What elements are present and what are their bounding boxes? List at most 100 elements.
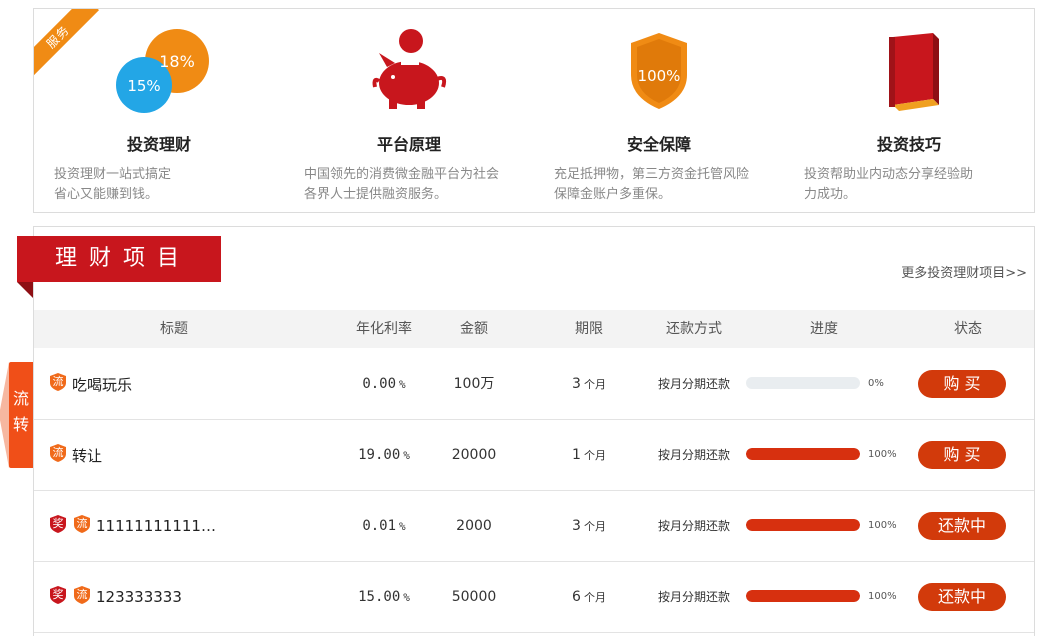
progress-percent: 0%: [868, 378, 884, 389]
repay-method: 按月分期还款: [657, 590, 730, 604]
desc-line: 中国领先的消费微金融平台为社会: [304, 167, 500, 182]
rate-unit: %: [399, 378, 406, 391]
term-unit: 个月: [583, 449, 606, 462]
service-tips[interactable]: 投资技巧 投资帮助业内动态分享经验助 力成功。: [784, 9, 1034, 212]
progress-percent: 100%: [868, 520, 897, 531]
term-unit: 个月: [583, 591, 606, 604]
circulation-badge-icon: 流: [72, 585, 92, 605]
circulation-badge-icon: 流: [48, 443, 68, 463]
badge-label: 奖: [52, 517, 64, 530]
badge-label: 流: [76, 517, 88, 530]
circulation-badge-icon: 流: [72, 514, 92, 534]
service-platform[interactable]: 平台原理 中国领先的消费微金融平台为社会 各界人士提供融资服务。: [284, 9, 534, 212]
shield-icon: 100%: [631, 33, 687, 109]
project-title-cell[interactable]: 奖流 11111111111…: [48, 491, 216, 561]
column-header-term: 期限: [575, 321, 603, 337]
action-button[interactable]: 购 买: [918, 441, 1006, 469]
badge-group: 流: [48, 443, 72, 467]
desc-line: 投资帮助业内动态分享经验助: [804, 167, 974, 182]
term-cell: 6 个月: [539, 562, 639, 632]
book-icon: [889, 33, 939, 111]
service-title: 安全保障: [626, 135, 691, 154]
project-title-cell[interactable]: 流 吃喝玩乐: [48, 349, 132, 419]
repay-cell: 按月分期还款: [639, 420, 749, 490]
side-tab-line: 流: [12, 389, 29, 408]
award-badge-icon: 奖: [48, 585, 68, 605]
amount-cell: 50000: [424, 562, 524, 632]
desc-line: 充足抵押物，第三方资金托管风险: [554, 167, 750, 182]
award-badge-icon: 奖: [48, 514, 68, 534]
column-header-amount: 金额: [460, 321, 488, 337]
progress-fill: [746, 519, 860, 531]
service-security[interactable]: 100% 安全保障 充足抵押物，第三方资金托管风险 保障金账户多重保。: [534, 9, 784, 212]
side-tab-circulation[interactable]: 流 转: [0, 362, 33, 468]
project-title[interactable]: 吃喝玩乐: [72, 374, 132, 395]
project-title[interactable]: 转让: [72, 445, 102, 466]
action-button[interactable]: 购 买: [918, 370, 1006, 398]
column-header-title: 标题: [160, 321, 188, 337]
project-title-cell[interactable]: 奖流 123333333: [48, 562, 182, 632]
action-button[interactable]: 还款中: [918, 583, 1006, 611]
badge-label: 流: [52, 375, 64, 388]
service-investment[interactable]: 18% 15% 投资理财 投资理财一站式搞定 省心又能赚到钱。: [34, 9, 284, 212]
repay-method: 按月分期还款: [657, 519, 730, 533]
rate-cell: 15.00%: [334, 562, 434, 632]
rate-value: 0.01: [362, 518, 397, 534]
term-value: 3: [572, 518, 581, 534]
table-row[interactable]: 奖流 123333333 15.00% 50000 6 个月 按月分期还款 100…: [34, 562, 1034, 633]
repay-cell: 按月分期还款: [639, 491, 749, 561]
side-tab-line: 转: [12, 415, 29, 434]
progress-bar: [746, 448, 860, 460]
amount-value: 100万: [453, 376, 495, 392]
project-title-cell[interactable]: 流 转让: [48, 420, 102, 490]
table-row[interactable]: 流 吃喝玩乐 0.00% 100万 3 个月 按月分期还款 0% 购 买: [34, 349, 1034, 420]
desc-line: 保障金账户多重保。: [554, 187, 672, 202]
progress-bar: [746, 590, 860, 602]
amount-value: 20000: [451, 447, 497, 463]
project-title[interactable]: 11111111111…: [96, 517, 216, 535]
repay-method: 按月分期还款: [657, 377, 730, 391]
service-desc: 中国领先的消费微金融平台为社会 各界人士提供融资服务。: [304, 165, 524, 205]
term-cell: 1 个月: [539, 420, 639, 490]
term-value: 1: [572, 447, 581, 463]
desc-line: 各界人士提供融资服务。: [304, 187, 448, 202]
badge-group: 奖流: [48, 585, 96, 609]
column-header-progress: 进度: [810, 321, 838, 337]
progress-fill: [746, 590, 860, 602]
rate-unit: %: [403, 449, 410, 462]
desc-line: 投资理财一站式搞定: [54, 167, 172, 182]
term-unit: 个月: [583, 520, 606, 533]
section-title-fold: [17, 282, 33, 298]
amount-cell: 100万: [424, 349, 524, 419]
table-row[interactable]: 奖流 11111111111… 0.01% 2000 3 个月 按月分期还款 10…: [34, 491, 1034, 562]
term-value: 3: [572, 376, 581, 392]
percentage-bubbles-icon: 18% 15%: [116, 29, 209, 113]
piggy-bank-icon: [372, 29, 447, 109]
repay-cell: 按月分期还款: [639, 349, 749, 419]
badge-label: 流: [52, 446, 64, 459]
more-projects-link[interactable]: 更多投资理财项目>>: [901, 262, 1027, 281]
rate-cell: 19.00%: [334, 420, 434, 490]
action-button[interactable]: 还款中: [918, 512, 1006, 540]
rate-cell: 0.01%: [334, 491, 434, 561]
amount-cell: 20000: [424, 420, 524, 490]
rate-15-label: 15%: [127, 77, 160, 95]
badge-group: 奖流: [48, 514, 96, 538]
shield-percent-label: 100%: [638, 67, 681, 85]
services-panel: 服务 18% 15% 投资理财 投资理财一站式搞定 省心又能赚到钱。 平台原理: [33, 8, 1035, 213]
column-header-repay: 还款方式: [666, 321, 722, 337]
term-cell: 3 个月: [539, 349, 639, 419]
service-desc: 充足抵押物，第三方资金托管风险 保障金账户多重保。: [554, 165, 774, 205]
progress-bar: [746, 377, 860, 389]
rate-value: 0.00: [362, 376, 397, 392]
section-title: 理财项目: [17, 236, 221, 282]
table-row[interactable]: 流 转让 19.00% 20000 1 个月 按月分期还款 100% 购 买: [34, 420, 1034, 491]
column-header-status: 状态: [954, 321, 982, 337]
service-title: 投资理财: [126, 135, 191, 154]
project-title[interactable]: 123333333: [96, 588, 182, 606]
repay-cell: 按月分期还款: [639, 562, 749, 632]
table-header: 标题 年化利率 金额 期限 还款方式 进度 状态: [34, 310, 1034, 348]
amount-cell: 2000: [424, 491, 524, 561]
desc-line: 省心又能赚到钱。: [54, 187, 159, 202]
desc-line: 力成功。: [804, 187, 857, 202]
